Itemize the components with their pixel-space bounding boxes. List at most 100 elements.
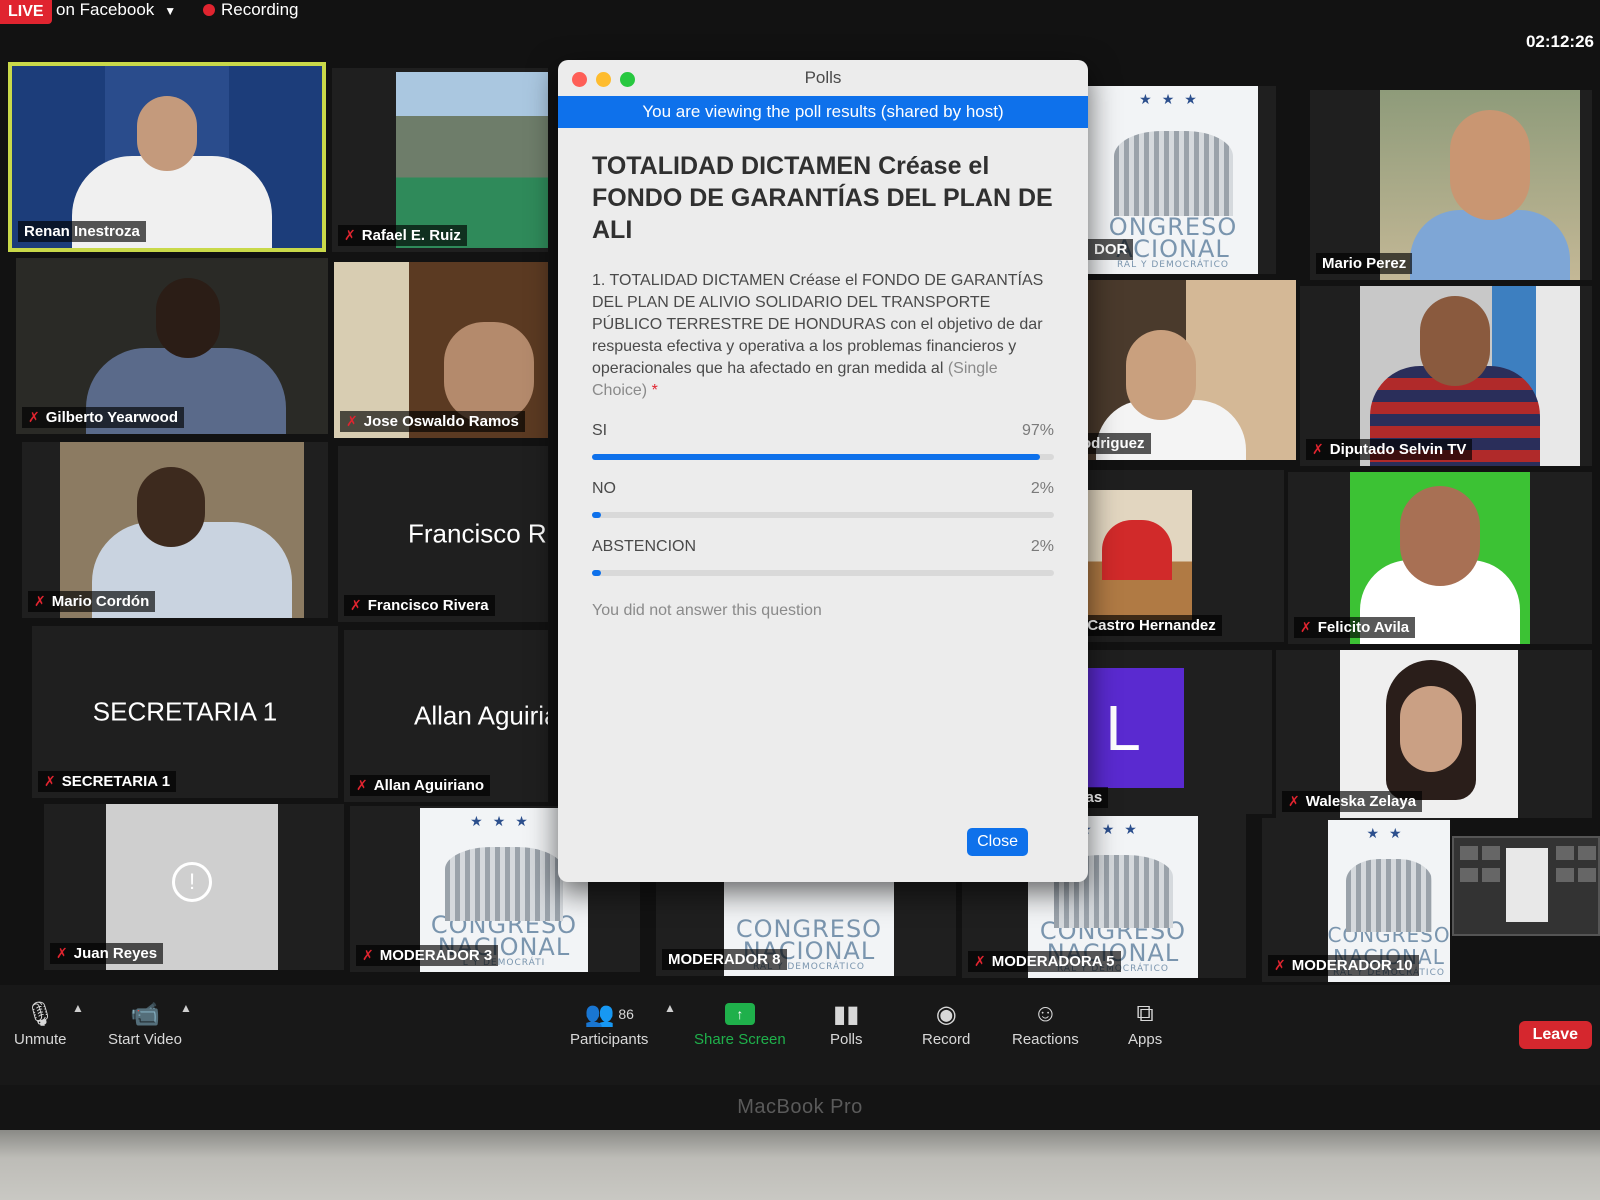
no-answer-note: You did not answer this question bbox=[592, 602, 822, 619]
recording-label: Recording bbox=[221, 0, 299, 19]
video-tile[interactable]: odriguez bbox=[1076, 280, 1296, 460]
video-tile[interactable]: CONGRESO NACIONAL RAL Y DEMOCRÁTICO MODE… bbox=[656, 878, 956, 976]
video-tile[interactable]: ★★ CONGRESO NACIONAL RAL Y DEMOCRÁTICO ✗… bbox=[1262, 818, 1450, 982]
participant-count: 86 bbox=[618, 1006, 634, 1022]
poll-option-abstencion: ABSTENCION 2% bbox=[592, 538, 1054, 576]
close-button[interactable]: Close bbox=[967, 828, 1028, 856]
reactions-button[interactable]: ☺ Reactions bbox=[1012, 997, 1079, 1048]
option-label: ABSTENCION bbox=[592, 538, 697, 555]
dialog-title: Polls bbox=[804, 68, 842, 87]
result-bar-fill bbox=[592, 570, 602, 576]
required-marker: * bbox=[651, 382, 658, 399]
poll-option-si: SI 97% bbox=[592, 422, 1054, 460]
apps-icon: ⧉ bbox=[1136, 1000, 1154, 1027]
polls-button[interactable]: ▮▮ Polls bbox=[830, 997, 863, 1049]
participant-display-name: Francisco Riv bbox=[408, 518, 548, 549]
logo-text-line3: RAL Y DEMOCRÁTICO bbox=[1117, 260, 1229, 270]
start-video-button[interactable]: 📹 Start Video bbox=[108, 997, 182, 1049]
polls-label: Polls bbox=[830, 1031, 863, 1048]
participant-name: SECRETARIA 1 bbox=[61, 773, 171, 790]
participant-name: Francisco Rivera bbox=[367, 597, 489, 614]
participant-name-tag: ✗ Allan Aguiriano bbox=[350, 775, 491, 796]
unmute-button[interactable]: 🎙 Unmute bbox=[14, 997, 67, 1049]
minimize-window-icon[interactable] bbox=[596, 72, 611, 87]
muted-mic-icon: ✗ bbox=[34, 593, 46, 609]
video-tile[interactable]: Allan Aguiria ✗ Allan Aguiriano bbox=[344, 630, 548, 802]
building-icon bbox=[1346, 858, 1432, 932]
share-screen-button[interactable]: ↑ Share Screen bbox=[694, 997, 786, 1048]
result-bar-fill bbox=[592, 512, 602, 518]
warning-icon: ! bbox=[172, 862, 212, 902]
bar-chart-icon: ▮▮ bbox=[833, 1000, 860, 1028]
participant-video-face bbox=[1400, 686, 1462, 772]
building-icon bbox=[1113, 131, 1233, 216]
option-label: SI bbox=[592, 422, 608, 439]
participants-button[interactable]: 👥 86 Participants bbox=[570, 997, 648, 1049]
participant-name: DOR bbox=[1088, 239, 1134, 260]
participant-name-tag: ✗ MODERADOR 3 bbox=[356, 945, 499, 966]
video-tile[interactable]: ✗ Mario Cordón bbox=[22, 442, 328, 618]
device-label: MacBook Pro bbox=[737, 1096, 863, 1118]
poll-title: TOTALIDAD DICTAMEN Créase el FONDO DE GA… bbox=[592, 152, 1053, 244]
participant-video-face bbox=[137, 96, 197, 171]
audio-options-chevron-icon[interactable]: ▲ bbox=[72, 1001, 84, 1015]
reactions-label: Reactions bbox=[1012, 1031, 1079, 1048]
result-bar-track bbox=[592, 512, 1054, 518]
recording-indicator[interactable]: Recording bbox=[203, 0, 299, 20]
chevron-down-icon[interactable]: ▼ bbox=[164, 4, 176, 18]
participant-name-tag: ✗ MODERADOR 10 bbox=[1268, 955, 1419, 976]
mini-dialog bbox=[1506, 848, 1548, 922]
video-tile[interactable]: L egas bbox=[1062, 650, 1272, 814]
video-tile[interactable]: Mario Perez bbox=[1310, 90, 1592, 280]
video-tile[interactable]: ✗ Rafael E. Ruiz bbox=[332, 68, 548, 252]
close-window-icon[interactable] bbox=[572, 72, 587, 87]
participant-name: Jose Oswaldo Ramos bbox=[363, 413, 519, 430]
participant-name: n Castro Hernandez bbox=[1068, 615, 1222, 636]
participants-chevron-icon[interactable]: ▲ bbox=[664, 1001, 676, 1015]
mini-tile bbox=[1578, 868, 1596, 882]
apps-button[interactable]: ⧉ Apps bbox=[1128, 997, 1162, 1048]
unmute-label: Unmute bbox=[14, 1031, 67, 1048]
video-tile[interactable]: ! ✗ Juan Reyes bbox=[44, 804, 344, 970]
video-tile[interactable]: ✗ Diputado Selvin TV bbox=[1300, 286, 1592, 466]
live-badge[interactable]: LIVE bbox=[0, 0, 52, 24]
participant-name: Mario Perez bbox=[1316, 253, 1413, 274]
video-tile[interactable]: SECRETARIA 1 ✗ SECRETARIA 1 bbox=[32, 626, 338, 798]
video-tile[interactable]: ✗ Waleska Zelaya bbox=[1276, 650, 1592, 818]
leave-button[interactable]: Leave bbox=[1518, 1021, 1592, 1049]
video-tile[interactable]: Francisco Riv ✗ Francisco Rivera bbox=[338, 446, 548, 622]
participant-display-name: SECRETARIA 1 bbox=[92, 696, 278, 727]
video-tile[interactable]: n Castro Hernandez bbox=[1068, 470, 1284, 642]
video-tile[interactable]: ✗ Jose Oswaldo Ramos bbox=[334, 262, 548, 438]
participant-name: Diputado Selvin TV bbox=[1329, 441, 1467, 458]
record-button[interactable]: ◉ Record bbox=[922, 997, 970, 1049]
participant-name-tag: ✗ Francisco Rivera bbox=[344, 595, 495, 616]
muted-mic-icon: ✗ bbox=[362, 947, 374, 963]
video-tile[interactable]: ★★★ ONGRESO ACIONAL RAL Y DEMOCRÁTICO DO… bbox=[1088, 86, 1276, 274]
muted-mic-icon: ✗ bbox=[356, 777, 368, 793]
laptop-base bbox=[0, 1130, 1600, 1200]
video-tile[interactable]: CITO AVILA ✗ Felicito Avila bbox=[1288, 472, 1592, 644]
video-tile[interactable]: Renan Inestroza bbox=[8, 62, 326, 252]
participant-video-face bbox=[1400, 486, 1480, 586]
dialog-titlebar[interactable]: Polls bbox=[558, 60, 1088, 96]
participant-name-tag: ✗ Felicito Avila bbox=[1294, 617, 1416, 638]
participant-name-tag: ✗ Gilberto Yearwood bbox=[22, 407, 184, 428]
video-options-chevron-icon[interactable]: ▲ bbox=[180, 1001, 192, 1015]
top-status-bar: LIVE on Facebook ▼ Recording 02:12:26 bbox=[0, 0, 1600, 51]
avila-banner-text: CITO AVILA bbox=[1400, 613, 1511, 635]
poll-body: TOTALIDAD DICTAMEN Créase el FONDO DE GA… bbox=[558, 128, 1088, 620]
laptop-bezel: MacBook Pro bbox=[0, 1085, 1600, 1130]
zoom-window-icon[interactable] bbox=[620, 72, 635, 87]
mini-tile bbox=[1460, 846, 1478, 860]
stars-icon: ★★★ bbox=[470, 814, 538, 830]
result-bar-fill bbox=[592, 454, 1041, 460]
live-destination-menu[interactable]: on Facebook ▼ bbox=[56, 0, 176, 21]
participant-video-figure bbox=[1410, 210, 1570, 280]
participant-name-tag: ✗ Rafael E. Ruiz bbox=[338, 225, 467, 246]
shared-screen-thumbnail[interactable] bbox=[1452, 836, 1600, 936]
video-tile[interactable]: ✗ Gilberto Yearwood bbox=[16, 258, 328, 434]
start-video-label: Start Video bbox=[108, 1031, 182, 1048]
participant-video-face bbox=[444, 322, 534, 422]
record-dot-icon bbox=[203, 4, 215, 16]
